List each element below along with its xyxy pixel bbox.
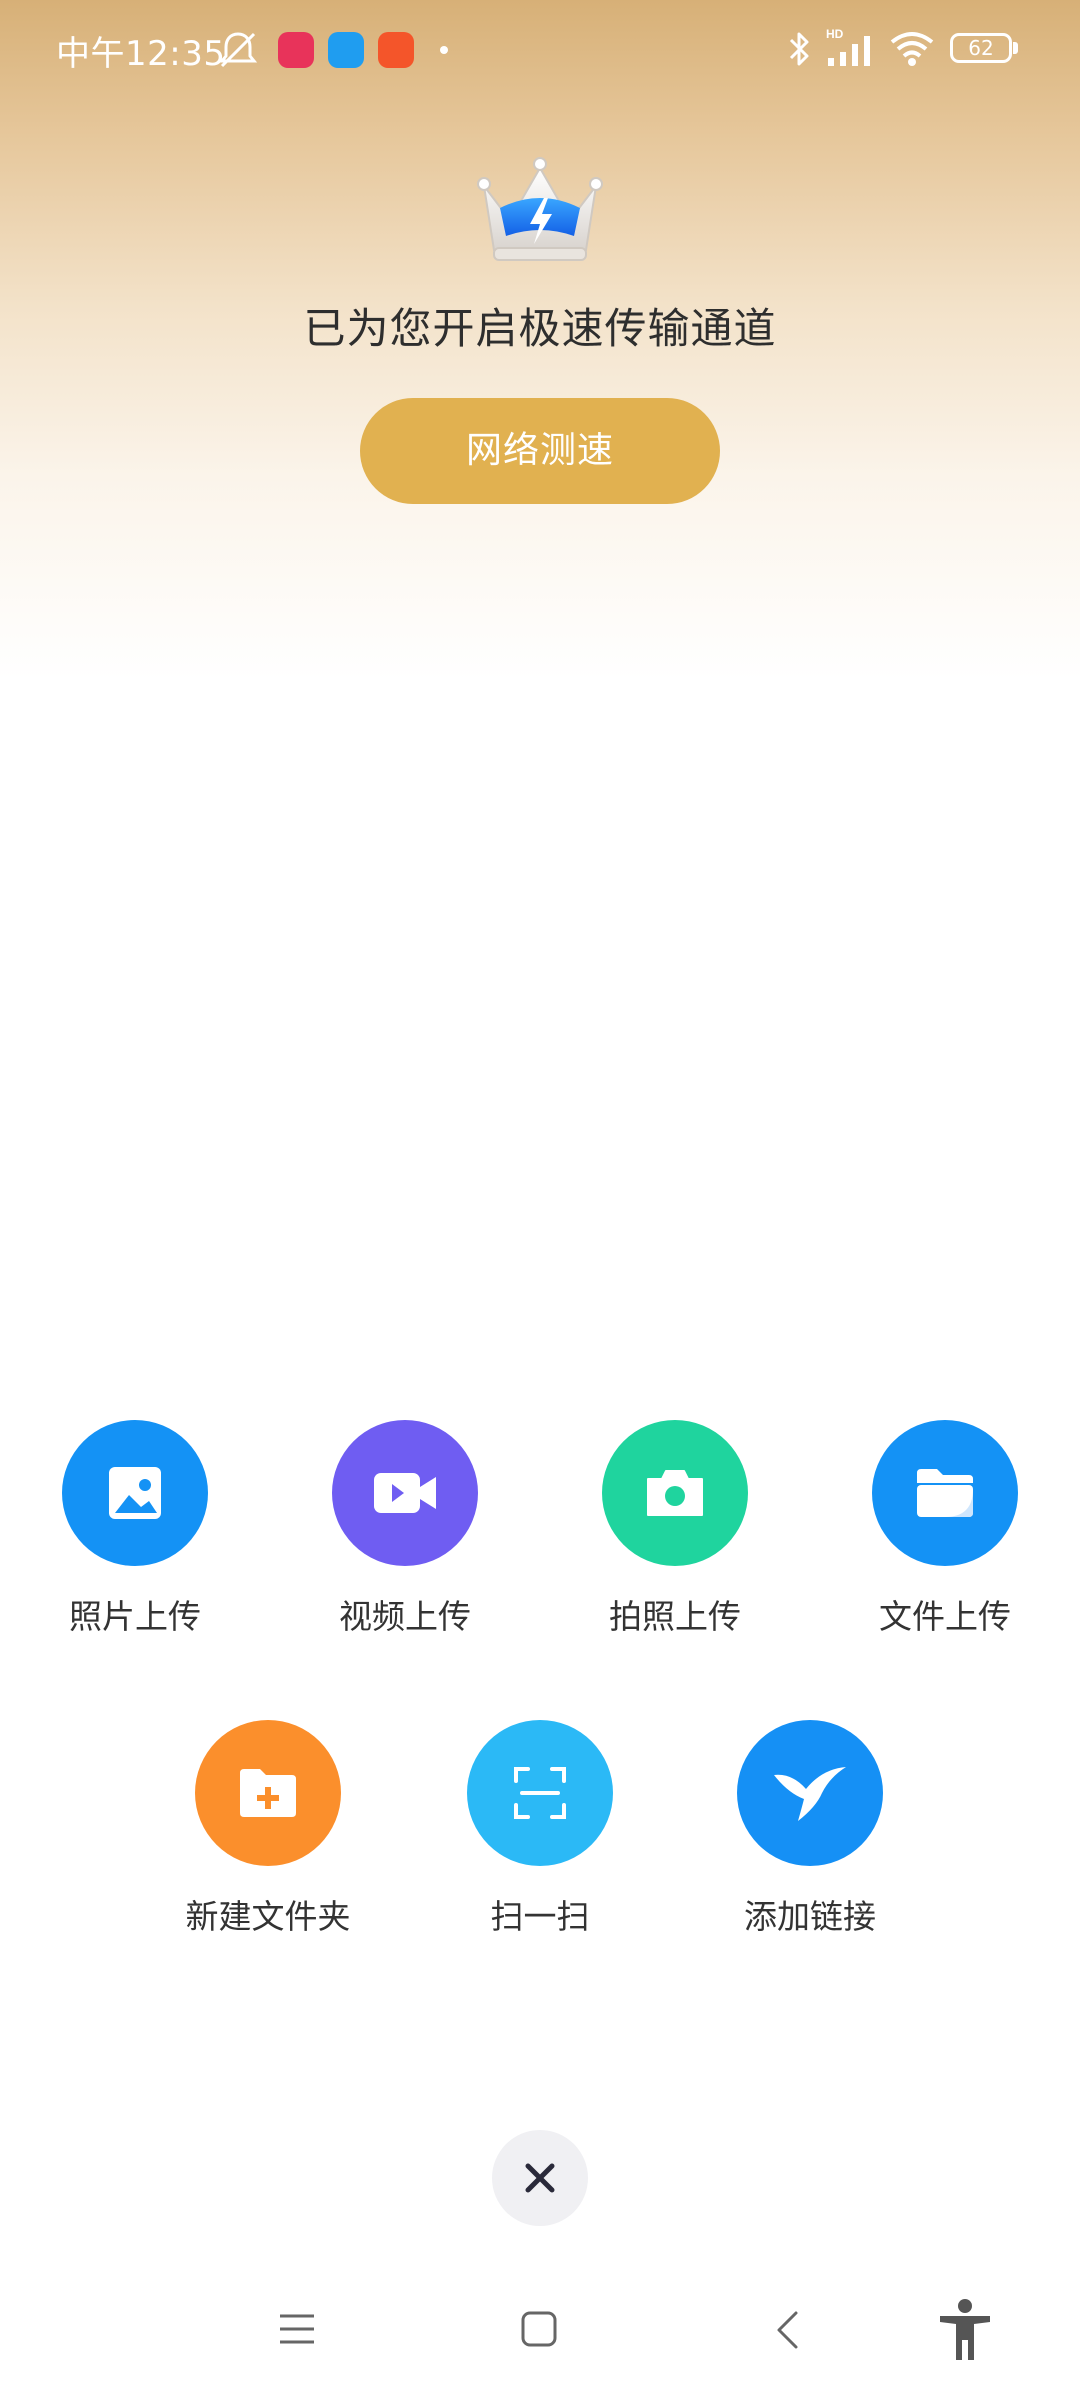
photo-upload-label: 照片上传 — [69, 1597, 201, 1636]
new-folder-icon[interactable] — [195, 1720, 341, 1866]
video-upload-label: 视频上传 — [339, 1597, 471, 1636]
battery-cap — [1013, 42, 1018, 54]
new-folder-button[interactable]: 新建文件夹 — [168, 1720, 368, 1938]
accessibility-icon[interactable] — [938, 2298, 992, 2366]
video-icon[interactable] — [332, 1420, 478, 1566]
close-icon — [525, 2163, 555, 2193]
svg-text:HD: HD — [826, 27, 844, 41]
battery-indicator: 62 — [950, 33, 1012, 63]
add-link-label: 添加链接 — [744, 1897, 876, 1936]
scan-icon[interactable] — [467, 1720, 613, 1866]
scan-button[interactable]: 扫一扫 — [440, 1720, 640, 1938]
new-folder-label: 新建文件夹 — [185, 1897, 351, 1936]
status-bar: 中午12:35 HD 62 — [0, 0, 1080, 100]
cellular-signal-icon: HD — [826, 26, 882, 72]
close-button[interactable] — [492, 2130, 588, 2226]
camera-icon[interactable] — [602, 1420, 748, 1566]
add-link-button[interactable]: 添加链接 — [710, 1720, 910, 1938]
app-notification-icon — [278, 32, 314, 68]
menu-icon[interactable] — [278, 2312, 316, 2350]
home-icon[interactable] — [520, 2310, 558, 2352]
camera-upload-button[interactable]: 拍照上传 — [575, 1420, 775, 1638]
status-time: 中午12:35 — [56, 34, 226, 74]
wifi-icon — [888, 28, 936, 72]
bird-link-icon[interactable] — [737, 1720, 883, 1866]
camera-upload-label: 拍照上传 — [609, 1597, 741, 1636]
file-upload-label: 文件上传 — [879, 1597, 1011, 1636]
photo-icon[interactable] — [62, 1420, 208, 1566]
folder-icon[interactable] — [872, 1420, 1018, 1566]
scan-label: 扫一扫 — [490, 1897, 590, 1936]
shop-app-icon — [378, 32, 414, 68]
more-dot-icon — [440, 46, 448, 54]
page-headline: 已为您开启极速传输通道 — [303, 304, 777, 353]
network-speed-test-button[interactable]: 网络测速 — [360, 398, 720, 504]
mute-notification-icon — [216, 30, 260, 74]
crown-icon — [470, 150, 610, 274]
bluetooth-icon — [784, 28, 814, 74]
photo-upload-button[interactable]: 照片上传 — [35, 1420, 235, 1638]
file-upload-button[interactable]: 文件上传 — [845, 1420, 1045, 1638]
back-icon[interactable] — [774, 2310, 800, 2354]
video-upload-button[interactable]: 视频上传 — [305, 1420, 505, 1638]
cloud-app-icon — [328, 32, 364, 68]
